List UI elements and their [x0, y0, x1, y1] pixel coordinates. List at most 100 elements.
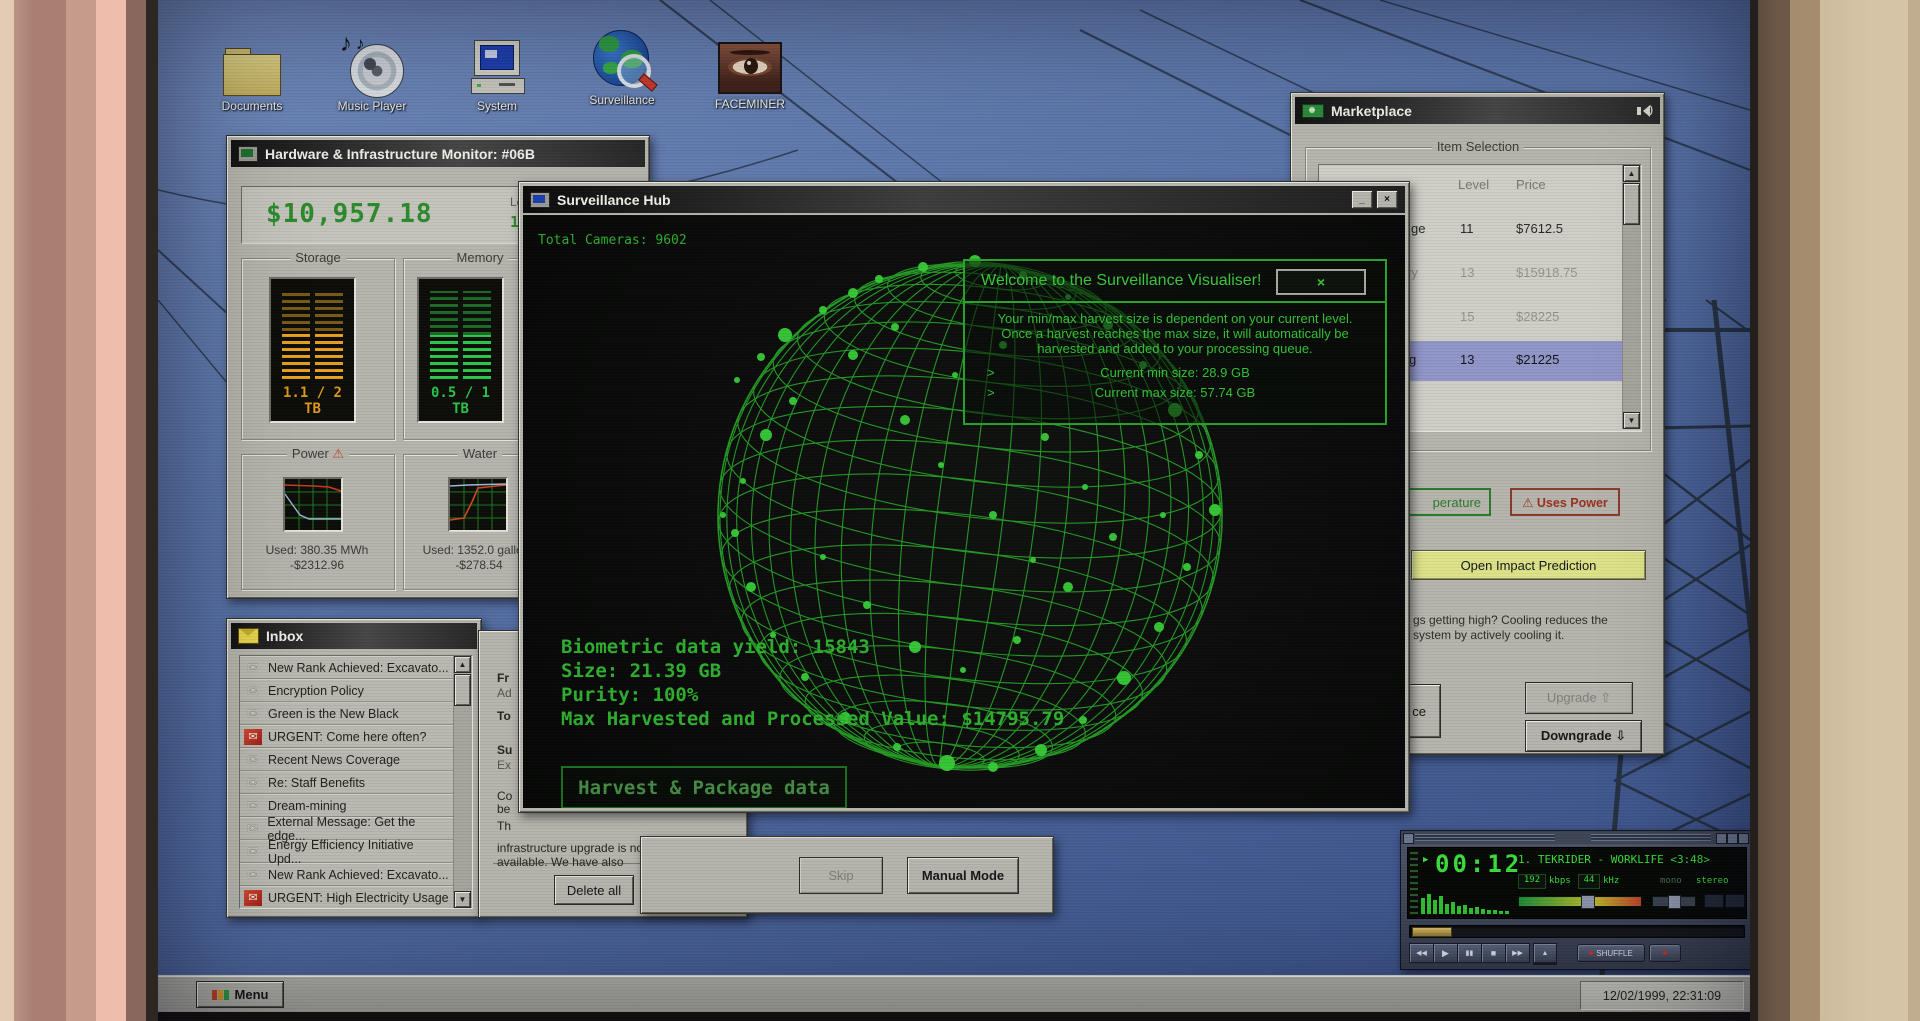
- clutter-bar[interactable]: [1410, 850, 1418, 914]
- email-row[interactable]: ✉ Recent News Coverage: [240, 748, 454, 771]
- email-row-urgent[interactable]: ✉ URGENT: Come here often?: [240, 725, 454, 748]
- marketplace-titlebar[interactable]: Marketplace ): [1295, 97, 1660, 124]
- desktop-icon-surveillance[interactable]: Surveillance: [578, 28, 666, 107]
- email-row[interactable]: ✉ Green is the New Black: [240, 702, 454, 725]
- size-line: Size: 21.39 GB: [561, 660, 722, 682]
- player-shade-button[interactable]: [1727, 833, 1738, 844]
- frequency-value: 44: [1578, 874, 1600, 889]
- inbox-titlebar[interactable]: Inbox: [231, 623, 477, 649]
- desktop-icon-documents[interactable]: Documents: [208, 34, 296, 113]
- upgrade-button[interactable]: Upgrade ⇧: [1525, 682, 1633, 714]
- column-price: Price: [1516, 177, 1546, 192]
- faceminer-eye-icon: [706, 32, 794, 94]
- player-titlebar[interactable]: [1401, 831, 1751, 844]
- skip-button[interactable]: Skip: [799, 857, 883, 894]
- email-row[interactable]: ✉ New Rank Achieved: Excavato...: [240, 863, 454, 886]
- inbox-scrollbar[interactable]: ▲ ▼: [453, 656, 472, 908]
- email-row[interactable]: ✉ New Rank Achieved: Excavato...: [240, 656, 454, 679]
- inbox-window: Inbox ✉ New Rank Achieved: Excavato... ✉ E…: [226, 618, 482, 918]
- stop-button[interactable]: ■: [1481, 943, 1506, 963]
- player-display: ▶ 00:12 1. TEKRIDER - WORKLIFE <3:48> 19…: [1407, 847, 1747, 919]
- marketplace-scrollbar[interactable]: ▲ ▼: [1622, 165, 1641, 429]
- hardware-monitor-titlebar[interactable]: Hardware & Infrastructure Monitor: #06B: [231, 140, 645, 167]
- email-row[interactable]: ✉ Energy Efficiency Initiative Upd...: [240, 838, 454, 866]
- email-subject: Re: Staff Benefits: [268, 775, 366, 790]
- play-button[interactable]: ▶: [1433, 943, 1458, 963]
- email-subject: URGENT: High Electricity Usage: [268, 890, 449, 905]
- pause-button[interactable]: ▮▮: [1457, 943, 1482, 963]
- scroll-down-button[interactable]: ▼: [1623, 412, 1640, 429]
- email-subject: New Rank Achieved: Excavato...: [268, 660, 449, 675]
- email-field-label: Su: [497, 743, 513, 757]
- item-level: 13: [1460, 265, 1475, 280]
- repeat-button[interactable]: [1649, 944, 1681, 962]
- close-button[interactable]: ×: [1376, 190, 1398, 209]
- desktop-icon-system[interactable]: System: [453, 34, 541, 113]
- delete-all-button[interactable]: Delete all: [554, 875, 634, 905]
- manual-mode-button[interactable]: Manual Mode: [907, 857, 1019, 894]
- crt-photo-scene: Documents ♪ ♪ Music Player System Survei…: [0, 0, 1920, 1021]
- scroll-thumb[interactable]: [454, 674, 471, 706]
- item-level: 11: [1460, 221, 1474, 236]
- bitrate-value: 192: [1518, 874, 1546, 889]
- harvest-package-button[interactable]: Harvest & Package data: [561, 766, 847, 808]
- volume-slider[interactable]: [1518, 895, 1642, 909]
- email-field-label: To: [497, 709, 511, 723]
- playlist-button[interactable]: [1725, 894, 1745, 908]
- previous-button[interactable]: ◀◀: [1409, 943, 1434, 963]
- shuffle-button[interactable]: SHUFFLE: [1577, 944, 1645, 962]
- player-menu-icon[interactable]: [1403, 833, 1414, 844]
- inbox-envelope-icon: [238, 628, 259, 644]
- open-impact-prediction-button[interactable]: Open Impact Prediction: [1411, 550, 1646, 580]
- max-size-line: Current max size: 57.74 GB: [1094, 385, 1256, 400]
- water-graph: [448, 477, 508, 532]
- item-name: g: [1409, 352, 1417, 367]
- menu-button[interactable]: Menu: [196, 981, 284, 1008]
- repeat-led: [1663, 951, 1667, 955]
- player-minimize-button[interactable]: [1716, 833, 1727, 844]
- balance-slider[interactable]: [1652, 895, 1696, 909]
- next-button[interactable]: ▶▶: [1505, 943, 1530, 963]
- power-cost: -$2312.96: [289, 558, 345, 572]
- email-row-urgent[interactable]: ✉ URGENT: High Electricity Usage: [240, 886, 454, 908]
- surveillance-titlebar[interactable]: Surveillance Hub _ ×: [523, 186, 1405, 213]
- player-close-button[interactable]: [1738, 833, 1749, 844]
- item-level: 13: [1460, 352, 1475, 367]
- shuffle-label: SHUFFLE: [1596, 948, 1633, 958]
- desktop-icon-music-player[interactable]: ♪ ♪ Music Player: [328, 30, 416, 113]
- seek-bar[interactable]: [1409, 925, 1745, 938]
- desktop-icon-label: Documents: [221, 99, 283, 113]
- email-row[interactable]: ✉ Encryption Policy: [240, 679, 454, 702]
- balance-value: $10,957.18: [266, 199, 433, 229]
- eject-button[interactable]: ▲: [1533, 943, 1557, 965]
- email-row[interactable]: ✉ Re: Staff Benefits: [240, 771, 454, 794]
- computer-icon: [453, 34, 541, 96]
- eq-button[interactable]: [1704, 894, 1724, 908]
- item-level: 15: [1460, 309, 1475, 324]
- envelope-icon: ✉: [247, 820, 259, 836]
- desktop-icon-label: FACEMINER: [714, 97, 785, 111]
- scroll-up-button[interactable]: ▲: [1623, 165, 1640, 182]
- storage-value: 1.1 / 2 TB: [282, 385, 342, 417]
- scroll-up-button[interactable]: ▲: [454, 656, 471, 673]
- storage-label: Storage: [290, 250, 346, 265]
- scroll-thumb[interactable]: [1623, 183, 1640, 225]
- spectrum-analyzer: [1421, 894, 1509, 914]
- urgent-envelope-icon: ✉: [244, 728, 262, 745]
- downgrade-button[interactable]: Downgrade ⇩: [1525, 720, 1642, 752]
- music-player: ▶ 00:12 1. TEKRIDER - WORKLIFE <3:48> 19…: [1400, 830, 1752, 970]
- minimize-button[interactable]: _: [1351, 190, 1373, 209]
- speaker-icon[interactable]: ): [1636, 104, 1653, 117]
- desktop-icon-faceminer[interactable]: FACEMINER: [706, 32, 794, 111]
- email-body-line: infrastructure upgrade is now: [497, 841, 652, 855]
- cash-icon: [1302, 103, 1324, 118]
- inbox-title: Inbox: [266, 628, 304, 644]
- scroll-down-button[interactable]: ▼: [454, 891, 471, 908]
- email-field-label: Co: [497, 789, 513, 803]
- monitor-bezel-right: [1750, 0, 1920, 1021]
- surveillance-window-icon: [530, 191, 550, 208]
- dialog-close-button[interactable]: ×: [1276, 269, 1366, 295]
- shuffle-led: [1589, 951, 1594, 955]
- envelope-icon: ✉: [247, 659, 259, 675]
- seek-handle[interactable]: [1412, 927, 1452, 937]
